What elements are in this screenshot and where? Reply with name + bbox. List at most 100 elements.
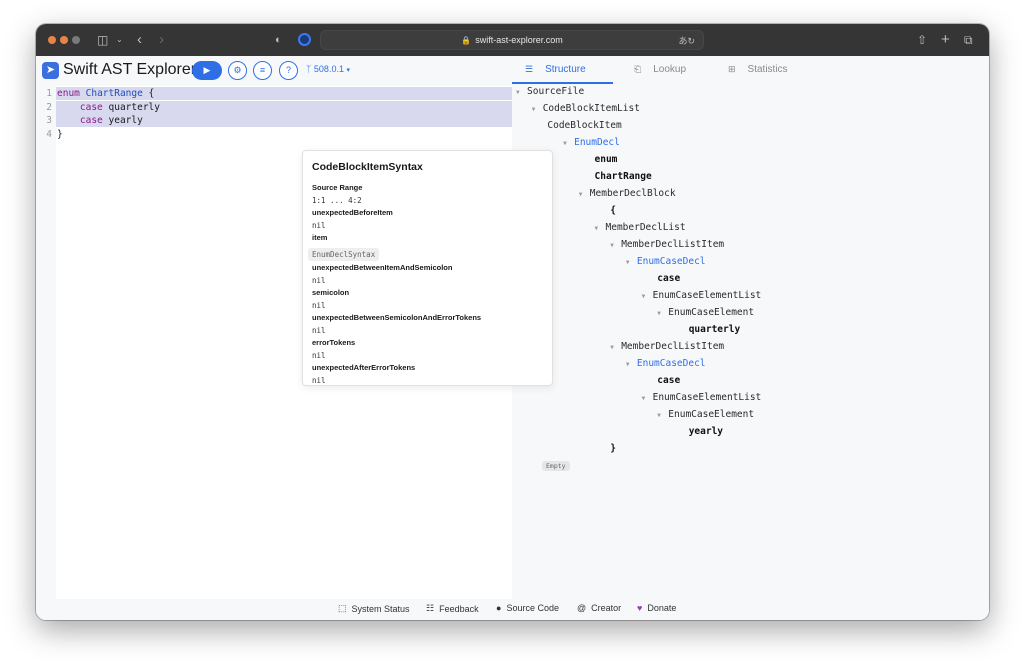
expand-triangle-icon[interactable]: ▼	[626, 356, 637, 373]
tree-node[interactable]: }	[610, 440, 616, 457]
tab-overview-icon[interactable]: ⧉	[964, 24, 973, 56]
table-icon: ⊞	[728, 64, 736, 74]
footer-link-system-status[interactable]: ⬚ System Status	[338, 603, 410, 614]
tree-node[interactable]: CodeBlockItem	[547, 117, 621, 134]
footer-link-label: System Status	[351, 603, 410, 614]
tree-node-label: case	[657, 273, 681, 284]
settings-button[interactable]: ⚙	[228, 61, 247, 80]
tree-node[interactable]: ChartRange	[595, 168, 652, 185]
tree-node[interactable]: case	[657, 270, 680, 287]
text-token: quarterly	[102, 101, 160, 113]
popover-field-value: nil	[312, 351, 326, 360]
address-bar[interactable]: 🔒 swift-ast-explorer.com あ↻	[320, 30, 704, 50]
tree-node[interactable]: ▼ SourceFile	[516, 83, 584, 100]
tree-node-label: EnumDecl	[574, 137, 620, 148]
code-text[interactable]: case yearly	[56, 114, 512, 127]
code-text[interactable]: case quarterly	[56, 100, 512, 114]
footer-link-feedback[interactable]: ☷ Feedback	[426, 603, 479, 614]
expand-triangle-icon[interactable]: ▼	[642, 288, 653, 305]
tree-node[interactable]: ▼ EnumCaseElementList	[642, 287, 762, 304]
code-text[interactable]: enum ChartRange {	[56, 87, 512, 100]
tree-node[interactable]: yearly	[689, 423, 723, 440]
github-icon: ●	[496, 603, 502, 613]
tree-node[interactable]: quarterly	[689, 321, 740, 338]
lock-icon: 🔒	[461, 35, 472, 45]
tree-node[interactable]: ▼ EnumCaseElementList	[642, 389, 762, 406]
tree-node[interactable]: ▼ MemberDeclListItem	[610, 338, 724, 355]
code-text[interactable]: }	[56, 128, 512, 141]
sidebar-toggle-icon[interactable]: ◫	[97, 24, 108, 56]
code-line[interactable]: 3 case yearly	[36, 114, 512, 127]
expand-triangle-icon[interactable]: ▼	[610, 237, 621, 254]
extension-icon[interactable]	[298, 33, 311, 46]
tree-node[interactable]: ▼ EnumCaseElement	[657, 406, 754, 423]
expand-triangle-icon[interactable]: ▼	[642, 390, 653, 407]
chevron-down-icon[interactable]: ⌄	[116, 24, 123, 56]
code-line[interactable]: 1 enum ChartRange {	[36, 87, 512, 100]
expand-triangle-icon[interactable]: ▼	[595, 220, 606, 237]
version-label: 508.0.1	[313, 64, 344, 74]
tree-node[interactable]: ▼ EnumCaseDecl	[626, 355, 706, 372]
code-line[interactable]: 4}	[36, 128, 512, 141]
line-gutter	[36, 86, 56, 599]
minimize-window-button[interactable]	[60, 36, 68, 44]
expand-triangle-icon[interactable]: ▼	[579, 186, 590, 203]
tree-node[interactable]: ▼ EnumCaseDecl	[626, 253, 706, 270]
tree-node[interactable]: ▼ EnumCaseElement	[657, 304, 754, 321]
line-number: 4	[46, 128, 52, 140]
footer-link-source-code[interactable]: ● Source Code	[496, 603, 559, 613]
expand-triangle-icon[interactable]: ▼	[657, 407, 668, 424]
at-icon: @	[577, 603, 587, 613]
expand-triangle-icon[interactable]: ▼	[532, 101, 543, 118]
popover-field-value: nil	[312, 301, 326, 310]
run-button[interactable]: ▶	[192, 61, 222, 80]
keyword-token: enum	[57, 88, 80, 99]
tree-node[interactable]: ▼ CodeBlockItemList	[532, 100, 640, 117]
expand-triangle-icon[interactable]: ▼	[657, 305, 668, 322]
format-button[interactable]: ≡	[253, 61, 272, 80]
chevron-down-icon: ▾	[346, 67, 350, 74]
branch-icon: ᛉ	[306, 64, 312, 74]
syntax-type-chip[interactable]: EnumDeclSyntax	[308, 248, 380, 261]
code-line[interactable]: 2 case quarterly	[36, 100, 512, 114]
tab-lookup[interactable]: ⎗ Lookup	[634, 56, 686, 83]
tab-structure[interactable]: ☰ Structure	[525, 56, 586, 83]
tree-node[interactable]: ▼ MemberDeclBlock	[579, 185, 676, 202]
tab-statistics[interactable]: ⊞ Statistics	[728, 56, 788, 83]
tree-node-label: EnumCaseElement	[668, 307, 755, 318]
text-token: {	[142, 88, 155, 99]
tree-node[interactable]: ▼ MemberDeclListItem	[610, 236, 724, 253]
zoom-window-button[interactable]	[72, 36, 80, 44]
translate-reload-icons[interactable]: あ↻	[678, 34, 695, 47]
expand-triangle-icon[interactable]: ▼	[516, 84, 527, 101]
tree-node-label: case	[657, 375, 681, 386]
help-button[interactable]: ?	[279, 61, 298, 80]
tab-label: Lookup	[653, 64, 687, 75]
gear-icon: ⚙	[233, 65, 242, 75]
new-tab-icon[interactable]: +	[941, 24, 950, 56]
footer-link-creator[interactable]: @ Creator	[577, 603, 621, 613]
expand-triangle-icon[interactable]: ▼	[563, 135, 574, 152]
keyword-token: case	[79, 115, 103, 126]
expand-triangle-icon[interactable]: ▼	[626, 254, 637, 271]
tree-node[interactable]: ▼ MemberDeclList	[595, 219, 686, 236]
popover-field-value: nil	[312, 276, 326, 285]
tree-node[interactable]: {	[610, 202, 616, 219]
version-selector[interactable]: ᛉ 508.0.1 ▾	[306, 64, 350, 74]
tab-label: Structure	[545, 64, 586, 75]
url-text: swift-ast-explorer.com	[475, 35, 563, 45]
tree-node[interactable]: ▼ EnumDecl	[563, 134, 620, 151]
tree-node[interactable]: case	[657, 372, 680, 389]
close-window-button[interactable]	[48, 36, 56, 44]
footer-link-donate[interactable]: ♥ Donate	[637, 603, 676, 613]
popover-field-label: unexpectedAfterErrorTokens	[312, 363, 416, 372]
share-icon[interactable]: ⇧	[917, 24, 927, 56]
popover-field-value: nil	[312, 326, 326, 335]
back-icon[interactable]: ‹	[137, 24, 142, 56]
privacy-shield-icon[interactable]: ◐	[275, 24, 282, 56]
expand-triangle-icon[interactable]: ▼	[610, 339, 621, 356]
tree-node[interactable]: enum	[595, 151, 618, 168]
forward-icon[interactable]: ›	[159, 24, 164, 56]
